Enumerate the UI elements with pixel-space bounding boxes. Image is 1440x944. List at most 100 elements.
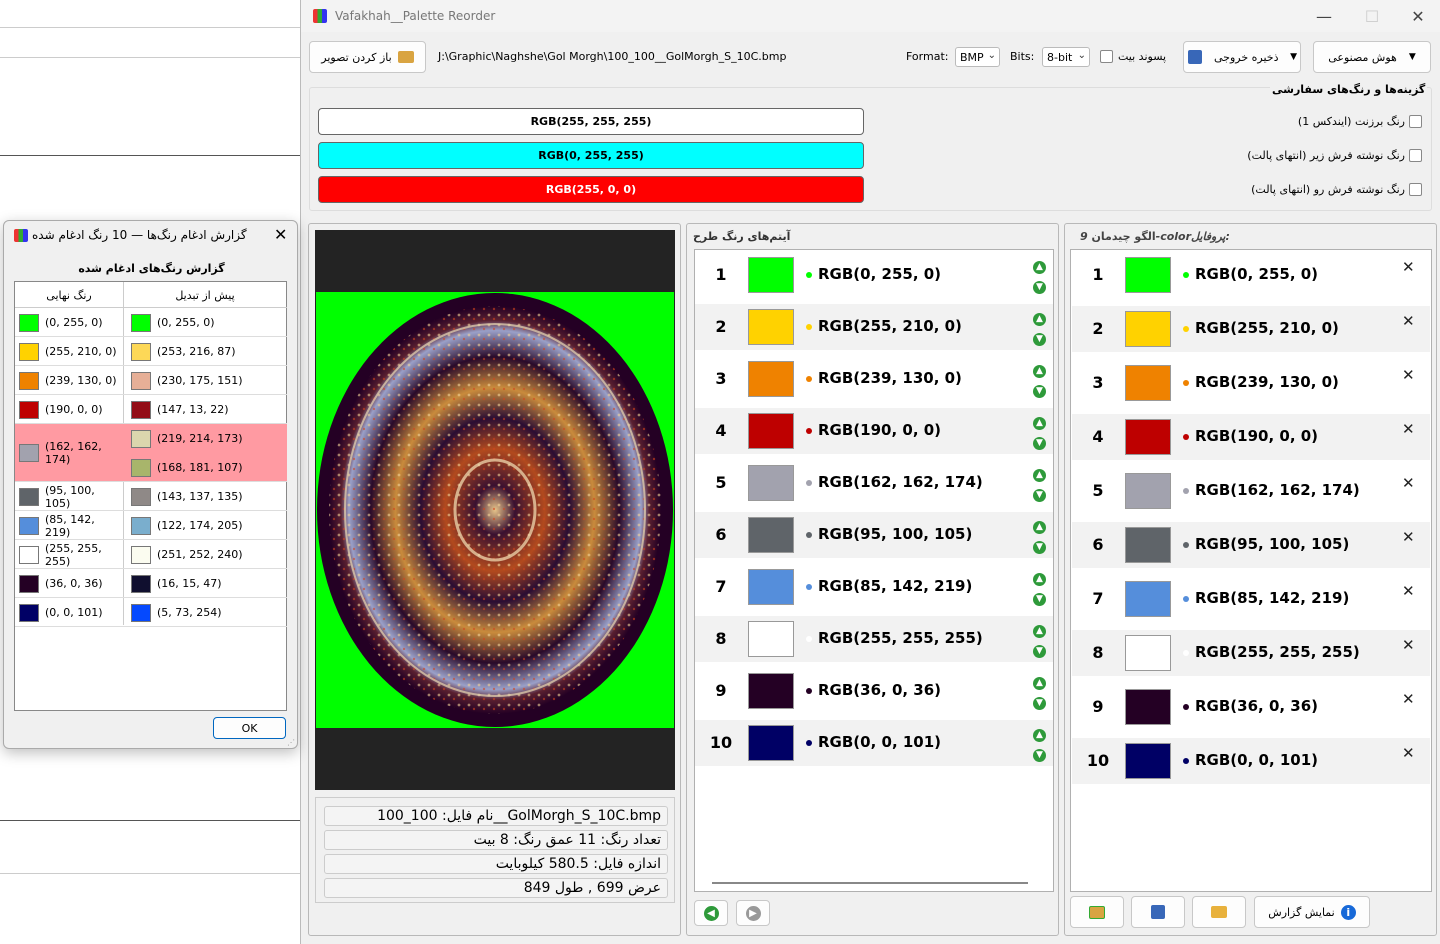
custom-color-checkbox[interactable] [1409, 183, 1422, 196]
move-up-icon[interactable]: ▲ [1033, 417, 1046, 430]
table-header: رنگ نهایی پیش از تبدیل [15, 282, 287, 308]
final-color-value: (0, 255, 0) [45, 316, 103, 329]
custom-color-bar[interactable]: RGB(255, 0, 0) [318, 176, 864, 203]
list-item[interactable]: 8 RGB(255, 255, 255) ✕ [1072, 630, 1430, 676]
remove-icon[interactable]: ✕ [1402, 636, 1415, 654]
ok-button[interactable]: OK [213, 717, 286, 739]
list-item[interactable]: 4 RGB(190, 0, 0) ✕ [1072, 414, 1430, 460]
bits-select[interactable]: 8-bit ⌄ [1042, 47, 1090, 67]
arrow-left-icon: ◀ [703, 905, 719, 921]
move-up-icon[interactable]: ▲ [1033, 573, 1046, 586]
suffix-checkbox[interactable] [1100, 50, 1113, 63]
save-profile-button[interactable] [1131, 896, 1185, 928]
move-down-icon[interactable]: ▼ [1033, 749, 1046, 762]
list-item[interactable]: 8 RGB(255, 255, 255) ▲ ▼ [695, 616, 1053, 662]
open-profile-button[interactable] [1192, 896, 1246, 928]
final-color-cell: (36, 0, 36) [15, 569, 123, 598]
dialog-close-icon[interactable]: ✕ [274, 225, 287, 244]
ai-button[interactable]: هوش مصنوعی ▼ [1313, 41, 1431, 73]
chevron-down-icon[interactable]: ▼ [1290, 52, 1297, 62]
custom-color-checkbox[interactable] [1409, 149, 1422, 162]
list-item[interactable]: 10 RGB(0, 0, 101) ✕ [1072, 738, 1430, 784]
color-rgb-value: RGB(95, 100, 105) [818, 525, 973, 543]
bits-value: 8-bit [1047, 50, 1073, 64]
list-item[interactable]: 7 RGB(85, 142, 219) ▲ ▼ [695, 564, 1053, 610]
back-button[interactable]: ◀ [694, 900, 728, 926]
remove-icon[interactable]: ✕ [1402, 528, 1415, 546]
resize-grip-icon[interactable]: ⋰ [287, 738, 295, 747]
before-color-swatch [131, 342, 151, 361]
move-down-icon[interactable]: ▼ [1033, 281, 1046, 294]
list-item[interactable]: 6 RGB(95, 100, 105) ▲ ▼ [695, 512, 1053, 558]
save-output-label: ذخیره خروجی [1214, 50, 1279, 64]
move-up-icon[interactable]: ▲ [1033, 261, 1046, 274]
color-swatch [748, 673, 794, 709]
color-dot [806, 428, 812, 434]
list-item[interactable]: 1 RGB(0, 255, 0) ✕ [1072, 252, 1430, 298]
add-profile-button[interactable] [1070, 896, 1124, 928]
move-down-icon[interactable]: ▼ [1033, 437, 1046, 450]
before-color-cell: (16, 15, 47) [127, 569, 287, 598]
list-item[interactable]: 6 RGB(95, 100, 105) ✕ [1072, 522, 1430, 568]
move-up-icon[interactable]: ▲ [1033, 365, 1046, 378]
final-color-cell: (239, 130, 0) [15, 366, 123, 395]
move-down-icon[interactable]: ▼ [1033, 697, 1046, 710]
forward-button[interactable]: ▶ [736, 900, 770, 926]
move-down-icon[interactable]: ▼ [1033, 593, 1046, 606]
close-icon[interactable]: ✕ [1395, 0, 1440, 32]
color-swatch [1125, 365, 1171, 401]
save-output-button[interactable]: ذخیره خروجی ▼ [1183, 41, 1301, 73]
maximize-icon[interactable]: ☐ [1349, 0, 1395, 32]
color-swatch [748, 725, 794, 761]
open-image-button[interactable]: باز کردن تصویر [309, 41, 426, 73]
custom-color-bar[interactable]: RGB(0, 255, 255) [318, 142, 864, 169]
final-color-value: (255, 255, 255) [45, 541, 102, 568]
remove-icon[interactable]: ✕ [1402, 312, 1415, 330]
list-item[interactable]: 5 RGB(162, 162, 174) ▲ ▼ [695, 460, 1053, 506]
remove-icon[interactable]: ✕ [1402, 474, 1415, 492]
color-rgb-value: RGB(0, 255, 0) [818, 265, 942, 283]
move-up-icon[interactable]: ▲ [1033, 729, 1046, 742]
list-item[interactable]: 2 RGB(255, 210, 0) ▲ ▼ [695, 304, 1053, 350]
move-up-icon[interactable]: ▲ [1033, 521, 1046, 534]
color-rgb-value: RGB(0, 0, 101) [818, 733, 942, 751]
move-up-icon[interactable]: ▲ [1033, 677, 1046, 690]
custom-color-checkbox[interactable] [1409, 115, 1422, 128]
list-item[interactable]: 3 RGB(239, 130, 0) ✕ [1072, 360, 1430, 406]
list-item[interactable]: 7 RGB(85, 142, 219) ✕ [1072, 576, 1430, 622]
move-down-icon[interactable]: ▼ [1033, 541, 1046, 554]
list-item[interactable]: 9 RGB(36, 0, 36) ▲ ▼ [695, 668, 1053, 714]
remove-icon[interactable]: ✕ [1402, 690, 1415, 708]
color-dot [1183, 596, 1189, 602]
move-up-icon[interactable]: ▲ [1033, 625, 1046, 638]
minimize-icon[interactable]: — [1301, 0, 1347, 32]
color-swatch [1125, 419, 1171, 455]
move-down-icon[interactable]: ▼ [1033, 333, 1046, 346]
list-item[interactable]: 2 RGB(255, 210, 0) ✕ [1072, 306, 1430, 352]
move-up-icon[interactable]: ▲ [1033, 313, 1046, 326]
list-item[interactable]: 4 RGB(190, 0, 0) ▲ ▼ [695, 408, 1053, 454]
remove-icon[interactable]: ✕ [1402, 582, 1415, 600]
color-dot [806, 480, 812, 486]
move-down-icon[interactable]: ▼ [1033, 489, 1046, 502]
dialog-title: گزارش ادغام رنگ‌ها — 10 رنگ ادغام شده [32, 228, 247, 242]
list-item[interactable]: 9 RGB(36, 0, 36) ✕ [1072, 684, 1430, 730]
list-item[interactable]: 10 RGB(0, 0, 101) ▲ ▼ [695, 720, 1053, 766]
format-select[interactable]: BMP ⌄ [955, 47, 1000, 67]
remove-icon[interactable]: ✕ [1402, 366, 1415, 384]
custom-color-bar[interactable]: RGB(255, 255, 255) [318, 108, 864, 135]
list-item[interactable]: 5 RGB(162, 162, 174) ✕ [1072, 468, 1430, 514]
remove-icon[interactable]: ✕ [1402, 420, 1415, 438]
list-item[interactable]: 1 RGB(0, 255, 0) ▲ ▼ [695, 252, 1053, 298]
horizontal-scrollbar[interactable] [712, 882, 1028, 884]
move-down-icon[interactable]: ▼ [1033, 645, 1046, 658]
item-number: 4 [715, 421, 727, 440]
item-number: 2 [715, 317, 727, 336]
color-rgb-value: RGB(0, 0, 101) [1195, 751, 1319, 769]
move-down-icon[interactable]: ▼ [1033, 385, 1046, 398]
remove-icon[interactable]: ✕ [1402, 258, 1415, 276]
list-item[interactable]: 3 RGB(239, 130, 0) ▲ ▼ [695, 356, 1053, 402]
move-up-icon[interactable]: ▲ [1033, 469, 1046, 482]
remove-icon[interactable]: ✕ [1402, 744, 1415, 762]
show-report-button[interactable]: نمایش گزارش i [1254, 896, 1370, 928]
